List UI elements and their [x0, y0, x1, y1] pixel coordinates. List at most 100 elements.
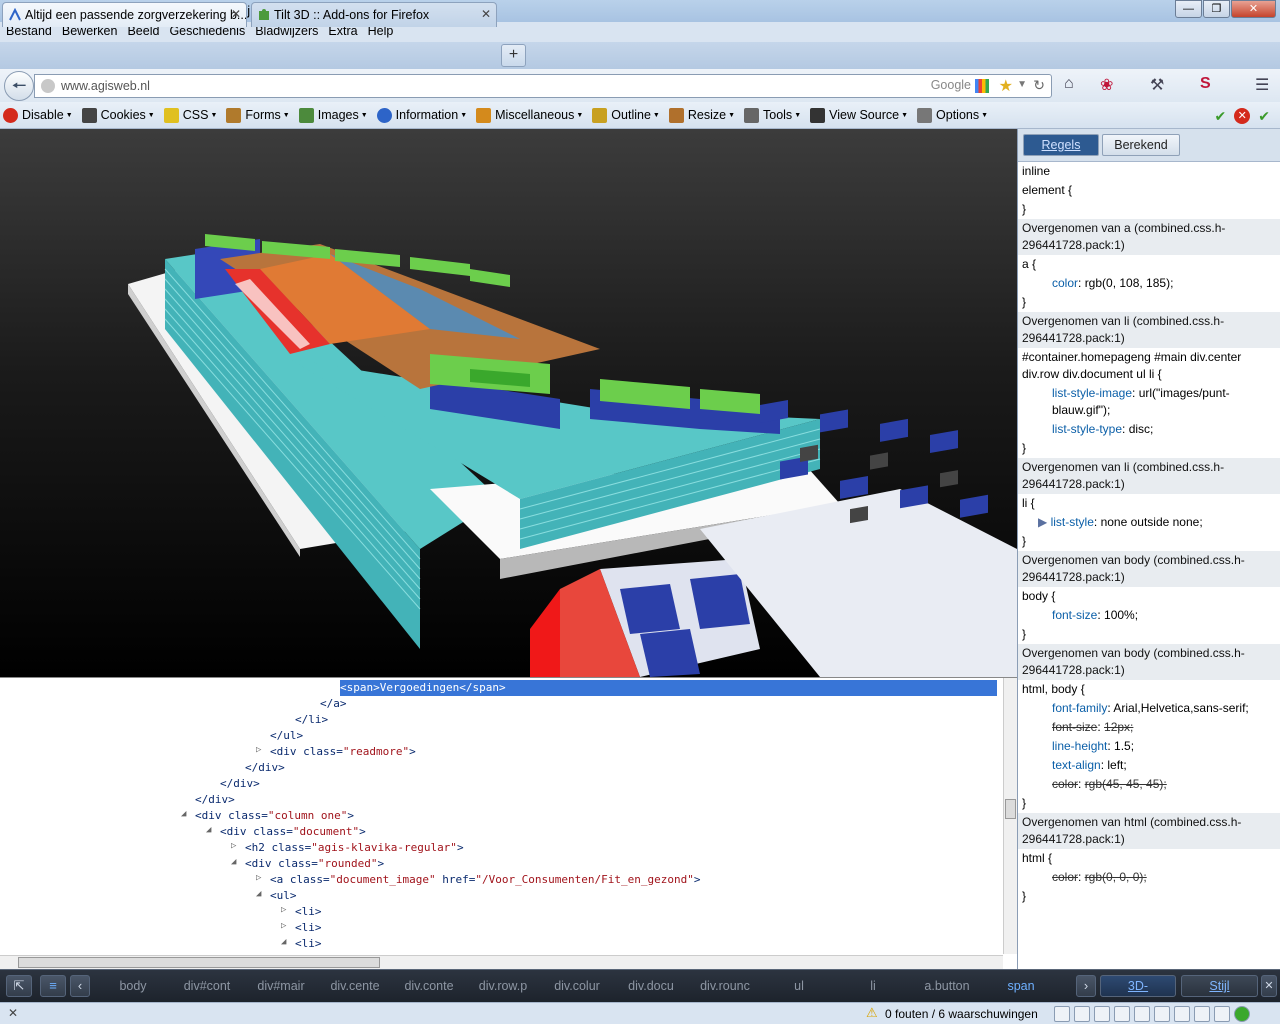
scrollbar-thumb[interactable]	[1005, 799, 1016, 819]
breadcrumb-item[interactable]: body	[98, 979, 168, 993]
css-property[interactable]: line-height: 1.5;	[1018, 737, 1280, 756]
close-findbar-icon[interactable]: ✕	[8, 1006, 18, 1020]
css-property[interactable]: font-size: 12px;	[1018, 718, 1280, 737]
options-menu[interactable]: Options ▼	[917, 107, 988, 123]
url-text[interactable]: www.agisweb.nl	[61, 79, 150, 93]
tab-tilt-addon[interactable]: Tilt 3D :: Add-ons for Firefox ✕	[251, 2, 497, 27]
history-dropdown-icon[interactable]: ▼	[1017, 79, 1027, 90]
scrollbar-thumb[interactable]	[18, 957, 380, 968]
breadcrumb-item[interactable]: div.docu	[616, 979, 686, 993]
expand-twisty-icon[interactable]: ▷	[256, 873, 266, 883]
collapse-twisty-icon[interactable]: ◢	[181, 809, 191, 819]
markup-node[interactable]: </div>	[195, 792, 235, 808]
property-value[interactable]: 1.5;	[1114, 739, 1134, 753]
property-value[interactable]: 100%;	[1104, 608, 1138, 622]
css-property[interactable]: list-style-image: url("images/punt-blauw…	[1018, 384, 1280, 420]
tilt-3d-scene[interactable]	[0, 129, 1017, 677]
print-icon[interactable]	[1134, 1006, 1150, 1022]
breadcrumb-item[interactable]: div.rounc	[690, 979, 760, 993]
breadcrumb-item[interactable]: div.cente	[320, 979, 390, 993]
property-name[interactable]: color	[1052, 276, 1078, 290]
home-icon[interactable]: ⌂	[1064, 75, 1074, 93]
property-value[interactable]: none outside none;	[1101, 515, 1203, 529]
property-name[interactable]: list-style	[1051, 515, 1094, 529]
images-menu[interactable]: Images ▼	[298, 107, 368, 123]
collapse-twisty-icon[interactable]: ◢	[256, 889, 266, 899]
property-value[interactable]: disc;	[1129, 422, 1154, 436]
property-value[interactable]: Arial,Helvetica,sans-serif;	[1113, 701, 1248, 715]
property-name[interactable]: font-family	[1052, 701, 1107, 715]
status-text[interactable]: 0 fouten / 6 waarschuwingen	[885, 1007, 1038, 1021]
property-name[interactable]: color	[1052, 870, 1078, 884]
expand-arrow-icon[interactable]: ▶	[1038, 515, 1051, 529]
markup-node[interactable]: </div>	[220, 776, 260, 792]
markup-node[interactable]: <div class="readmore">	[270, 744, 416, 760]
network-icon[interactable]	[1154, 1006, 1170, 1022]
markup-node[interactable]: </a>	[320, 696, 347, 712]
breadcrumb-item[interactable]: div#mair	[246, 979, 316, 993]
cookies-menu[interactable]: Cookies ▼	[81, 107, 155, 123]
breadcrumb-item[interactable]: div#cont	[172, 979, 242, 993]
property-name[interactable]: font-size	[1052, 608, 1097, 622]
html-valid-check-icon[interactable]: ✔	[1258, 108, 1270, 125]
bookmark-star-icon[interactable]: ★	[999, 76, 1013, 96]
property-value[interactable]: left;	[1107, 758, 1126, 772]
markup-node[interactable]: </div>	[245, 760, 285, 776]
addon-bar-icon[interactable]	[1214, 1006, 1230, 1022]
tools-menu[interactable]: Tools ▼	[744, 107, 801, 123]
reload-icon[interactable]: ↻	[1033, 77, 1045, 94]
markup-vertical-scrollbar[interactable]	[1003, 678, 1017, 954]
collapse-twisty-icon[interactable]: ◢	[231, 857, 241, 867]
tab-regels[interactable]: Regels	[1023, 134, 1099, 156]
markup-node[interactable]: <span>Vergoedingen</span>	[340, 680, 997, 696]
resize-menu[interactable]: Resize ▼	[668, 107, 735, 123]
breadcrumb-item[interactable]: div.conte	[394, 979, 464, 993]
tab-agis[interactable]: Altijd een passende zorgverzekering b...…	[2, 2, 247, 27]
site-identity-icon[interactable]	[41, 79, 55, 93]
close-tab-icon[interactable]: ✕	[481, 7, 491, 21]
breadcrumb-item[interactable]: div.colur	[542, 979, 612, 993]
close-window-button[interactable]: ✕	[1231, 0, 1276, 18]
expand-twisty-icon[interactable]: ▷	[231, 841, 241, 851]
close-tab-icon[interactable]: ✕	[231, 7, 241, 21]
markup-node[interactable]: <li>	[295, 904, 322, 920]
outline-menu[interactable]: Outline ▼	[592, 107, 660, 123]
css-property[interactable]: text-align: left;	[1018, 756, 1280, 775]
markup-node[interactable]: <li>	[295, 936, 322, 952]
property-name[interactable]: line-height	[1052, 739, 1107, 753]
css-property[interactable]: color: rgb(0, 0, 0);	[1018, 868, 1280, 887]
css-property[interactable]: list-style-type: disc;	[1018, 420, 1280, 439]
close-inspector-icon[interactable]: ✕	[1261, 975, 1277, 997]
property-name[interactable]: list-style-image	[1052, 386, 1132, 400]
disable-menu[interactable]: Disable ▼	[3, 107, 73, 123]
page-icon[interactable]	[1054, 1006, 1070, 1022]
forms-menu[interactable]: Forms ▼	[226, 107, 290, 123]
expand-twisty-icon[interactable]: ▷	[281, 921, 291, 931]
breadcrumb-item[interactable]: ul	[764, 979, 834, 993]
tools-wrench-icon[interactable]: ⚒	[1150, 75, 1164, 95]
address-bar[interactable]: www.agisweb.nl Google ★ ▼ ↻	[34, 74, 1052, 98]
breadcrumb-right-icon[interactable]: ›	[1076, 975, 1096, 997]
markup-node[interactable]: <ul>	[270, 888, 297, 904]
css-valid-check-icon[interactable]: ✔	[1215, 108, 1227, 125]
inspect-pointer-icon[interactable]: ⇱	[6, 975, 32, 997]
markup-panel[interactable]: <span>Vergoedingen</span> </a> </li> </ul> ▷…	[0, 677, 1017, 969]
tab-berekend[interactable]: Berekend	[1102, 134, 1180, 156]
css-property[interactable]: font-size: 100%;	[1018, 606, 1280, 625]
property-name[interactable]: color	[1052, 777, 1078, 791]
collapse-twisty-icon[interactable]: ◢	[206, 825, 216, 835]
settings-icon[interactable]	[1194, 1006, 1210, 1022]
markup-node[interactable]: </ul>	[270, 728, 303, 744]
markup-toggle-icon[interactable]: ≡	[40, 975, 66, 997]
save-icon[interactable]	[1114, 1006, 1130, 1022]
css-property[interactable]: color: rgb(0, 108, 185);	[1018, 274, 1280, 293]
property-value[interactable]: rgb(45, 45, 45);	[1085, 777, 1167, 791]
toggle-3d-view-button[interactable]: 3D-weergave	[1100, 975, 1176, 1013]
breadcrumb-item[interactable]: span	[986, 979, 1056, 993]
status-ok-icon[interactable]	[1234, 1006, 1250, 1022]
new-tab-button[interactable]: +	[501, 44, 526, 67]
markup-node[interactable]: <h2 class="agis-klavika-regular">	[245, 840, 464, 856]
menu-more-icon[interactable]: ☰	[1255, 75, 1269, 95]
markup-node[interactable]: </li>	[295, 712, 328, 728]
screenshot-icon[interactable]	[1094, 1006, 1110, 1022]
